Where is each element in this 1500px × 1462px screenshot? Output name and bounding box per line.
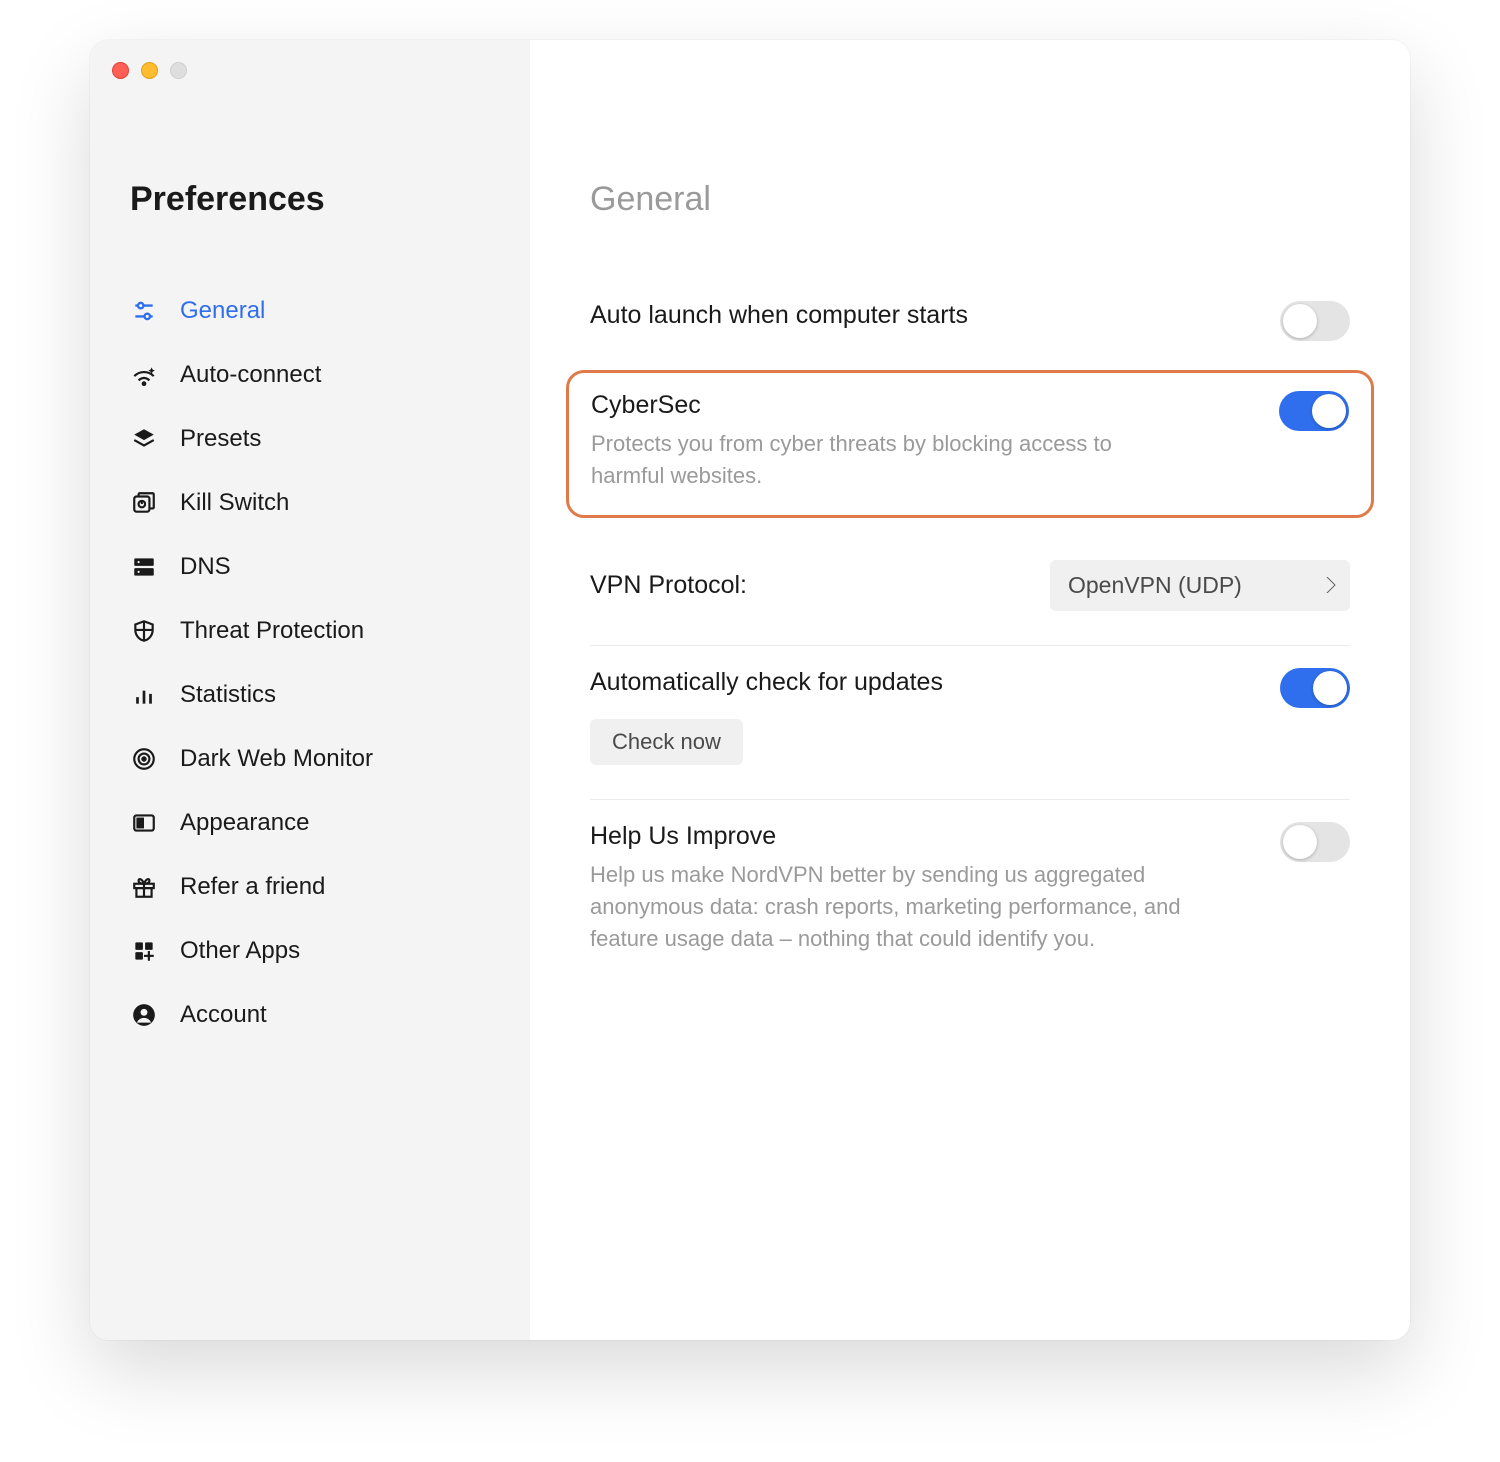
account-icon	[130, 1001, 158, 1029]
window-controls	[112, 62, 187, 79]
sidebar-item-label: Dark Web Monitor	[180, 745, 373, 773]
check-now-button[interactable]: Check now	[590, 719, 743, 765]
setting-updates: Automatically check for updates Check no…	[590, 646, 1350, 800]
improve-title: Help Us Improve	[590, 822, 1260, 851]
cybersec-title: CyberSec	[591, 391, 1259, 420]
improve-desc: Help us make NordVPN better by sending u…	[590, 859, 1190, 955]
sidebar-item-dark-web-monitor[interactable]: Dark Web Monitor	[130, 727, 490, 791]
setting-help-improve: Help Us Improve Help us make NordVPN bet…	[590, 800, 1350, 978]
setting-autolaunch: Auto launch when computer starts	[590, 279, 1350, 364]
sidebar-item-presets[interactable]: Presets	[130, 407, 490, 471]
protocol-select[interactable]: OpenVPN (UDP)	[1050, 560, 1350, 611]
cybersec-highlight: CyberSec Protects you from cyber threats…	[566, 370, 1374, 518]
autolaunch-toggle[interactable]	[1280, 301, 1350, 341]
sidebar-item-dns[interactable]: DNS	[130, 535, 490, 599]
sidebar-item-label: Account	[180, 1001, 267, 1029]
layers-icon	[130, 425, 158, 453]
improve-toggle[interactable]	[1280, 822, 1350, 862]
sidebar-item-label: DNS	[180, 553, 231, 581]
fullscreen-window-button[interactable]	[170, 62, 187, 79]
autolaunch-title: Auto launch when computer starts	[590, 301, 1260, 330]
setting-cybersec: CyberSec Protects you from cyber threats…	[591, 391, 1349, 493]
sidebar-item-threat-protection[interactable]: Threat Protection	[130, 599, 490, 663]
sidebar-item-label: Auto-connect	[180, 361, 321, 389]
updates-toggle[interactable]	[1280, 668, 1350, 708]
minimize-window-button[interactable]	[141, 62, 158, 79]
server-icon	[130, 553, 158, 581]
sidebar: Preferences General Auto-connect Presets…	[90, 40, 530, 1340]
sidebar-item-refer-a-friend[interactable]: Refer a friend	[130, 855, 490, 919]
sidebar-item-label: General	[180, 297, 265, 325]
sidebar-item-label: Other Apps	[180, 937, 300, 965]
sidebar-item-other-apps[interactable]: Other Apps	[130, 919, 490, 983]
sidebar-item-label: Refer a friend	[180, 873, 325, 901]
wifi-sparkle-icon	[130, 361, 158, 389]
cybersec-toggle[interactable]	[1279, 391, 1349, 431]
kill-switch-icon	[130, 489, 158, 517]
preferences-window: Preferences General Auto-connect Presets…	[90, 40, 1410, 1340]
apps-grid-icon	[130, 937, 158, 965]
sidebar-item-auto-connect[interactable]: Auto-connect	[130, 343, 490, 407]
sidebar-item-label: Appearance	[180, 809, 309, 837]
main-panel: General Auto launch when computer starts…	[530, 40, 1410, 1340]
sidebar-item-account[interactable]: Account	[130, 983, 490, 1047]
protocol-label: VPN Protocol:	[590, 571, 747, 600]
sliders-icon	[130, 297, 158, 325]
sidebar-item-kill-switch[interactable]: Kill Switch	[130, 471, 490, 535]
cybersec-desc: Protects you from cyber threats by block…	[591, 428, 1151, 492]
target-icon	[130, 745, 158, 773]
shield-icon	[130, 617, 158, 645]
bar-chart-icon	[130, 681, 158, 709]
sidebar-item-label: Presets	[180, 425, 261, 453]
protocol-value: OpenVPN (UDP)	[1068, 572, 1242, 598]
sidebar-item-statistics[interactable]: Statistics	[130, 663, 490, 727]
sidebar-title: Preferences	[130, 180, 490, 219]
setting-vpn-protocol: VPN Protocol: OpenVPN (UDP)	[590, 534, 1350, 646]
sidebar-item-general[interactable]: General	[130, 279, 490, 343]
updates-title: Automatically check for updates	[590, 668, 1260, 697]
sidebar-item-appearance[interactable]: Appearance	[130, 791, 490, 855]
gift-icon	[130, 873, 158, 901]
appearance-icon	[130, 809, 158, 837]
sidebar-item-label: Kill Switch	[180, 489, 289, 517]
sidebar-item-label: Threat Protection	[180, 617, 364, 645]
sidebar-item-label: Statistics	[180, 681, 276, 709]
close-window-button[interactable]	[112, 62, 129, 79]
main-heading: General	[590, 180, 1350, 219]
